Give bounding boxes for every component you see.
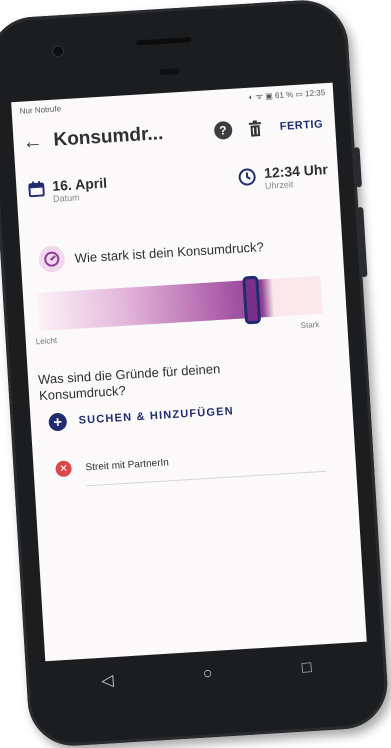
time-picker[interactable]: 12:34 Uhr Uhrzeit (238, 161, 331, 216)
slider-min-label: Leicht (35, 335, 58, 347)
page-title: Konsumdr... (52, 123, 164, 151)
status-icons: ◐ ᯤ ▣ 61 % ▭ 12:35 (248, 87, 326, 102)
reason-label: Streit mit PartnerIn (85, 456, 170, 473)
date-value: 16. April (51, 174, 108, 194)
add-reason-label: SUCHEN & HINZUFÜGEN (78, 405, 235, 427)
earpiece (159, 67, 180, 76)
reasons-question: Was sind die Gründe für deinen Konsumdru… (37, 361, 221, 404)
status-carrier: Nur Notrufe (19, 103, 62, 116)
clock-icon (238, 167, 257, 191)
intensity-question-text: Wie stark ist dein Konsumdruck? (74, 238, 265, 266)
front-camera (51, 44, 65, 58)
nav-back-icon[interactable]: ◁ (101, 670, 115, 691)
nav-home-icon[interactable]: ○ (202, 665, 213, 684)
slider-max-label: Stark (300, 319, 320, 331)
phone-frame: Nur Notrufe ◐ ᯤ ▣ 61 % ▭ 12:35 ← Konsumd… (0, 0, 390, 748)
app-screen: Nur Notrufe ◐ ᯤ ▣ 61 % ▭ 12:35 ← Konsumd… (11, 82, 367, 662)
done-button[interactable]: FERTIG (279, 118, 323, 133)
calendar-icon (28, 180, 45, 202)
remove-icon[interactable]: ✕ (55, 460, 73, 478)
gauge-icon (38, 245, 66, 273)
help-icon[interactable]: ? (213, 120, 233, 140)
volume-button (353, 147, 362, 188)
date-label: Datum (52, 192, 80, 204)
power-button (357, 206, 368, 278)
back-arrow-icon[interactable]: ← (19, 130, 46, 155)
speaker-grille (135, 37, 192, 46)
nav-recents-icon[interactable]: □ (301, 659, 312, 678)
trash-icon[interactable] (245, 119, 264, 138)
slider-thumb[interactable] (242, 275, 262, 325)
plus-icon: + (48, 412, 68, 432)
date-picker[interactable]: 16. April Datum (28, 175, 110, 230)
